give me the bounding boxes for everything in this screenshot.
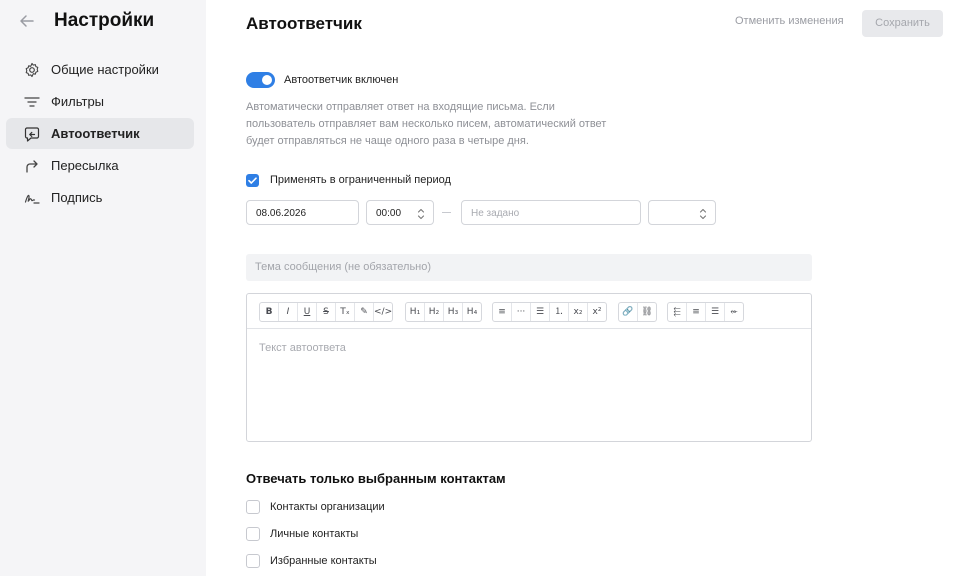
org-contacts-checkbox[interactable] [246,500,260,514]
favorite-contacts-label: Избранные контакты [270,555,377,567]
updown-chevron-icon [699,206,707,220]
sidebar-item-label: Общие настройки [51,62,159,77]
range-dash [442,212,451,213]
sidebar-item-general[interactable]: Общие настройки [6,54,194,85]
align-right-icon[interactable]: ⬰ [725,303,743,321]
align-left-icon[interactable]: ⬱ [668,303,687,321]
personal-contacts-label: Личные контакты [270,528,359,540]
sidebar-item-signature[interactable]: Подпись [6,182,194,213]
start-date-field[interactable]: 08.06.2026 [246,200,359,225]
toggle-knob [262,75,272,85]
sidebar: Настройки Общие настройки Фильтры Автоот… [0,0,206,576]
autoreply-toggle-label: Автоответчик включен [284,74,399,86]
cancel-changes-button[interactable]: Отменить изменения [735,15,844,27]
bold-button[interactable]: B [260,303,279,321]
favorite-contacts-checkbox[interactable] [246,554,260,568]
start-time-select[interactable]: 00:00 [366,200,434,225]
updown-chevron-icon [417,206,425,220]
align-center-icon[interactable]: ≡ [687,303,706,321]
separator-icon[interactable]: ··· [512,303,531,321]
checkmark-icon [248,177,257,184]
filter-icon [24,94,40,110]
align-group: ⬱ ≡ ☰ ⬰ [667,302,744,322]
signature-icon [24,190,40,206]
org-contacts-label: Контакты организации [270,501,385,513]
gear-icon [24,62,40,78]
clear-format-button[interactable]: Tₓ [336,303,355,321]
heading-group: H₁ H₂ H₃ H₄ [405,302,482,322]
sidebar-item-label: Фильтры [51,94,105,109]
forward-icon [24,158,40,174]
start-time-value: 00:00 [376,208,402,219]
format-group: B I U S Tₓ ✎ </> [259,302,393,322]
italic-button[interactable]: I [279,303,298,321]
underline-button[interactable]: U [298,303,317,321]
link-group: 🔗 ⛓ [618,302,657,322]
numbered-list-icon[interactable]: ⒈ [550,303,569,321]
highlight-icon[interactable]: ✎ [355,303,374,321]
subscript-button[interactable]: x₂ [569,303,588,321]
period-checkbox-label: Применять в ограниченный период [270,174,451,186]
sidebar-item-autoreply[interactable]: Автоответчик [6,118,194,149]
editor-toolbar: B I U S Tₓ ✎ </> H₁ H₂ H₃ H₄ ≡ ··· ☰ ⒈ x… [247,294,811,329]
subject-input[interactable]: Тема сообщения (не обязательно) [246,254,812,281]
sidebar-item-filters[interactable]: Фильтры [6,86,194,117]
link-icon[interactable]: 🔗 [619,303,638,321]
unlink-icon[interactable]: ⛓ [638,303,656,321]
list-group: ≡ ··· ☰ ⒈ x₂ x² [492,302,607,322]
checklist-icon[interactable]: ≡ [493,303,512,321]
back-arrow-icon[interactable] [19,13,39,31]
sidebar-item-label: Пересылка [51,158,119,173]
superscript-button[interactable]: x² [588,303,606,321]
code-icon[interactable]: </> [374,303,392,321]
contacts-section-title: Отвечать только выбранным контактам [246,471,506,486]
page-title: Автоответчик [246,14,362,33]
bullet-list-icon[interactable]: ☰ [531,303,550,321]
heading3-button[interactable]: H₃ [444,303,463,321]
autoreply-icon [24,126,40,142]
save-button[interactable]: Сохранить [862,10,943,37]
editor-placeholder: Текст автоответа [259,342,346,354]
end-time-select[interactable] [648,200,716,225]
strikethrough-button[interactable]: S [317,303,336,321]
autoreply-toggle[interactable] [246,72,275,88]
align-justify-icon[interactable]: ☰ [706,303,725,321]
period-checkbox[interactable] [246,174,259,187]
main-content: Автоответчик Отменить изменения Сохранит… [206,0,955,576]
heading4-button[interactable]: H₄ [463,303,481,321]
personal-contacts-checkbox[interactable] [246,527,260,541]
heading2-button[interactable]: H₂ [425,303,444,321]
sidebar-item-label: Подпись [51,190,103,205]
autoreply-description: Автоматически отправляет ответ на входящ… [246,101,607,147]
sidebar-title: Настройки [54,10,155,31]
sidebar-item-label: Автоответчик [51,126,140,141]
heading1-button[interactable]: H₁ [406,303,425,321]
sidebar-item-forwarding[interactable]: Пересылка [6,150,194,181]
end-date-field[interactable]: Не задано [461,200,641,225]
message-editor[interactable]: B I U S Tₓ ✎ </> H₁ H₂ H₃ H₄ ≡ ··· ☰ ⒈ x… [246,293,812,442]
